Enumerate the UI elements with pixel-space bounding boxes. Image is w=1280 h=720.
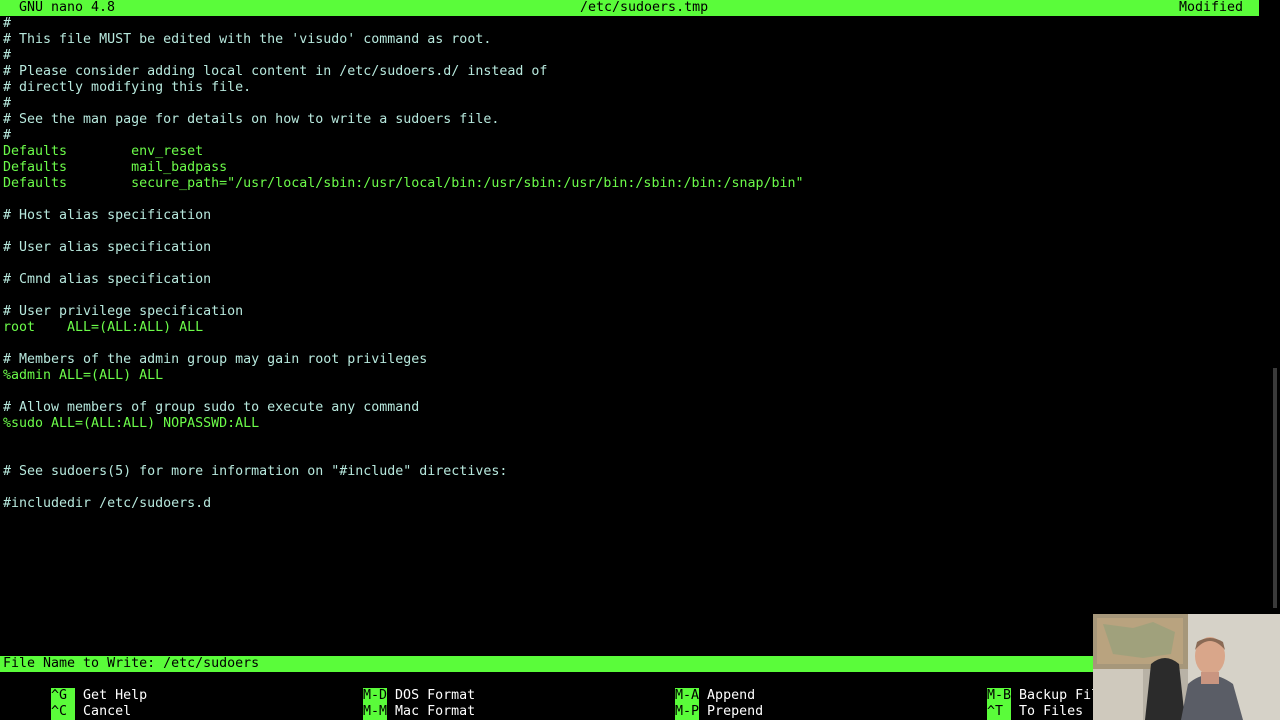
comment-line: # User alias specification — [3, 240, 212, 255]
comment-line: # — [3, 128, 12, 143]
nano-terminal: GNU nano 4.8 /etc/sudoers.tmp Modified #… — [0, 0, 1280, 720]
comment-line: # directly modifying this file. — [3, 80, 252, 95]
shortcut-backup-file[interactable]: M-B Backup File — [939, 672, 1107, 704]
comment-line: # Please consider adding local content i… — [3, 64, 548, 79]
shortcut-mac-format[interactable]: M-M Mac Format — [315, 688, 475, 720]
comment-line: # Allow members of group sudo to execute… — [3, 400, 420, 415]
shortcut-key: M-M — [363, 704, 388, 720]
comment-line: # See the man page for details on how to… — [3, 112, 500, 127]
shortcut-label: Cancel — [75, 704, 132, 719]
comment-line: # Host alias specification — [3, 208, 212, 223]
shortcut-prepend[interactable]: M-P Prepend — [627, 688, 763, 720]
shortcut-dos-format[interactable]: M-D DOS Format — [315, 672, 475, 704]
nano-version: GNU nano 4.8 — [19, 0, 116, 15]
code-line: Defaults secure_path="/usr/local/sbin:/u… — [3, 176, 804, 191]
comment-line: #includedir /etc/sudoers.d — [3, 496, 212, 511]
comment-line: # Cmnd alias specification — [3, 272, 212, 287]
comment-line: # Members of the admin group may gain ro… — [3, 352, 428, 367]
file-name-title: /etc/sudoers.tmp — [580, 0, 709, 15]
comment-line: # User privilege specification — [3, 304, 244, 319]
comment-line: # — [3, 48, 12, 63]
modified-status: Modified — [1179, 0, 1244, 15]
shortcut-append[interactable]: M-A Append — [627, 672, 755, 704]
shortcut-cancel[interactable]: ^C Cancel — [3, 688, 131, 720]
comment-line: # This file MUST be edited with the 'vis… — [3, 32, 492, 47]
code-line: root ALL=(ALL:ALL) ALL — [3, 320, 204, 335]
title-bar: GNU nano 4.8 /etc/sudoers.tmp Modified — [0, 0, 1259, 16]
shortcut-label: To Files — [1011, 704, 1084, 719]
shortcut-to-files[interactable]: ^T To Files — [939, 688, 1083, 720]
scrollbar-thumb[interactable] — [1273, 368, 1277, 608]
filename-prompt-text[interactable]: File Name to Write: /etc/sudoers — [3, 656, 259, 672]
code-line: %sudo ALL=(ALL:ALL) NOPASSWD:ALL — [3, 416, 260, 431]
code-line: %admin ALL=(ALL) ALL — [3, 368, 164, 383]
comment-line: # — [3, 96, 12, 111]
shortcut-get-help[interactable]: ^G Get Help — [3, 672, 147, 704]
webcam-presenter-image — [1093, 614, 1280, 720]
shortcut-label: Mac Format — [387, 704, 476, 719]
editor-text-area[interactable]: # # This file MUST be edited with the 'vi… — [3, 16, 1263, 656]
shortcut-key: M-P — [675, 704, 700, 720]
shortcut-key: ^C — [51, 704, 76, 720]
code-line: Defaults mail_badpass — [3, 160, 228, 175]
shortcut-key: ^T — [987, 704, 1012, 720]
shortcut-bar: ^G Get Help M-D DOS Format M-A Append M-… — [0, 672, 1107, 720]
code-line: Defaults env_reset — [3, 144, 204, 159]
comment-line: # — [3, 16, 12, 31]
shortcut-label: Prepend — [699, 704, 764, 719]
comment-line: # See sudoers(5) for more information on… — [3, 464, 508, 479]
filename-prompt[interactable]: File Name to Write: /etc/sudoers — [0, 656, 1093, 672]
webcam-overlay — [1093, 614, 1280, 720]
